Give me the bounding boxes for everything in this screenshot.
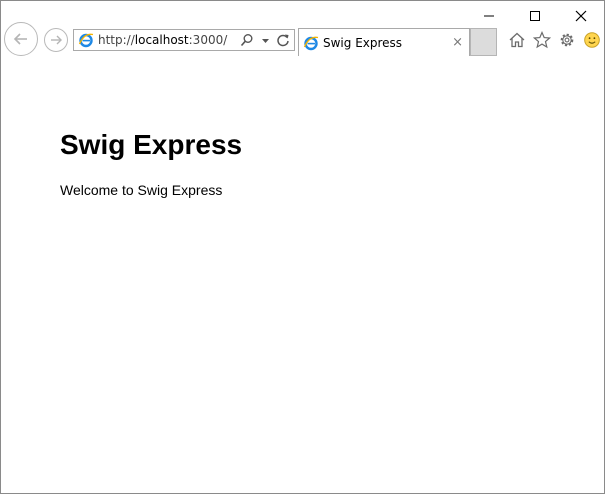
dropdown-button[interactable]: [257, 32, 273, 48]
gear-icon: [560, 33, 573, 46]
minimize-icon: [484, 15, 494, 17]
caption-buttons: [466, 1, 604, 31]
tab-swig-express[interactable]: Swig Express ×: [298, 28, 470, 56]
refresh-button[interactable]: [275, 32, 291, 48]
arrow-right-icon: [51, 35, 62, 45]
forward-button[interactable]: [44, 28, 68, 52]
url-host: localhost: [134, 33, 189, 47]
ie-logo-icon: [78, 33, 94, 48]
url-text[interactable]: http://localhost:3000/: [98, 33, 227, 47]
maximize-icon: [530, 11, 540, 21]
new-tab-button[interactable]: [470, 28, 497, 56]
ie-logo-icon: [303, 36, 319, 50]
smiley-icon: [583, 31, 600, 48]
url-scheme: http://: [98, 33, 135, 47]
search-icon: [240, 34, 253, 47]
favorites-button[interactable]: [531, 29, 552, 50]
close-icon: [575, 10, 587, 22]
toolbar-icons: [506, 29, 602, 50]
page-content: Swig Express Welcome to Swig Express: [1, 57, 604, 493]
home-button[interactable]: [506, 29, 527, 50]
arrow-left-icon: [13, 33, 27, 45]
url-path: :3000/: [188, 33, 228, 47]
welcome-text: Welcome to Swig Express: [60, 182, 223, 198]
star-icon: [532, 30, 551, 48]
address-bar[interactable]: http://localhost:3000/: [73, 29, 295, 51]
feedback-button[interactable]: [581, 29, 602, 50]
close-button[interactable]: [558, 1, 604, 31]
maximize-button[interactable]: [512, 1, 558, 31]
search-button[interactable]: [239, 32, 255, 48]
minimize-button[interactable]: [466, 1, 512, 31]
tab-title: Swig Express: [323, 35, 403, 50]
page-title: Swig Express: [60, 129, 243, 160]
tab-close-button[interactable]: ×: [452, 36, 463, 49]
address-tools: [239, 32, 294, 48]
chevron-down-icon: [261, 38, 269, 43]
home-icon: [509, 32, 524, 47]
refresh-icon: [277, 34, 289, 47]
back-button[interactable]: [4, 22, 38, 56]
browser-window: http://localhost:3000/ Swig Express × Sw…: [0, 0, 605, 494]
settings-button[interactable]: [556, 29, 577, 50]
